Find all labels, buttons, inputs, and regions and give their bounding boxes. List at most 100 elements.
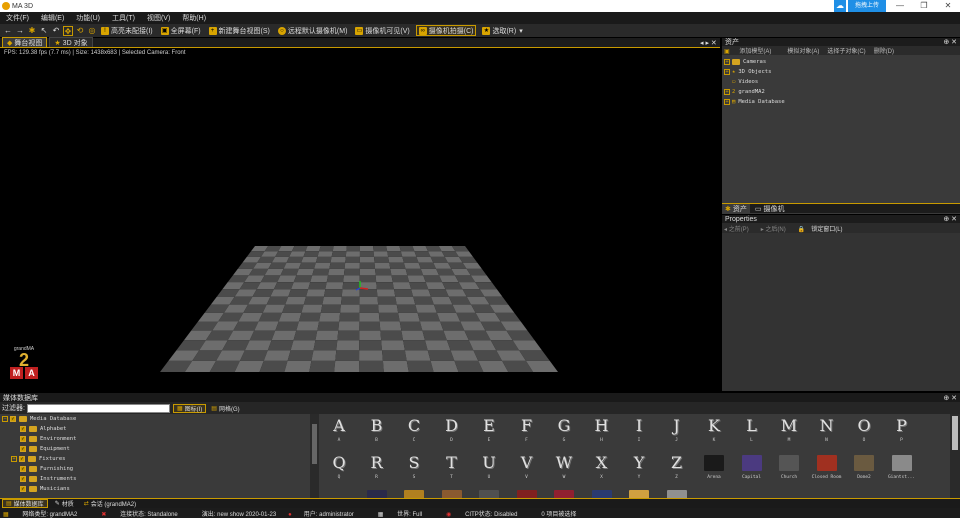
tab-cameras[interactable]: ▭ 摄像机 [752, 204, 788, 213]
forward-arrow-icon[interactable]: → [15, 26, 25, 36]
assets-pin-icon[interactable]: ⊕ ✕ [943, 38, 957, 46]
highlight-unpatched-button[interactable]: ! 高亮未配接(I) [99, 25, 155, 36]
remote-default-camera-button[interactable]: ○ 远程默认摄像机(M) [276, 25, 350, 36]
media-thumbnail[interactable] [546, 486, 582, 498]
media-thumbnail[interactable]: TT [434, 451, 470, 489]
tree-item-videos[interactable]: ▭ Videos [724, 77, 960, 87]
media-thumbnail[interactable]: PP [884, 414, 920, 452]
media-tree-item[interactable]: ✓ Instruments [0, 474, 310, 484]
close-button[interactable]: ✕ [936, 0, 960, 12]
media-thumbnail[interactable] [659, 486, 695, 498]
tab-session[interactable]: ⇄ 会话 (grandMA2) [81, 499, 139, 508]
media-thumbnail[interactable]: Closed Room [809, 451, 845, 489]
menu-help[interactable]: 帮助(H) [182, 13, 206, 23]
checkbox[interactable]: ✓ [20, 436, 26, 442]
checkbox[interactable]: ✓ [20, 426, 26, 432]
media-thumbnail[interactable]: Giantst... [884, 451, 920, 489]
media-thumbnail[interactable]: II [621, 414, 657, 452]
fullscreen-button[interactable]: ▣ 全屏幕(F) [159, 25, 203, 36]
grid-view-button[interactable]: ▤ 网格(G) [208, 404, 242, 413]
media-thumbnail[interactable]: KK [696, 414, 732, 452]
tab-assets[interactable]: ✱ 资产 [722, 204, 750, 213]
media-thumbnail[interactable]: QQ [321, 451, 357, 489]
media-thumbnail[interactable]: EE [471, 414, 507, 452]
media-thumbnail[interactable]: NN [809, 414, 845, 452]
collapse-icon[interactable]: − [2, 416, 8, 422]
media-thumbnail[interactable]: VV [509, 451, 545, 489]
media-thumbnail[interactable]: BB [359, 414, 395, 452]
media-thumbnail[interactable]: UU [471, 451, 507, 489]
camera-visible-button[interactable]: ▭ 摄像机可见(V) [353, 25, 411, 36]
new-stage-view-button[interactable]: + 新建舞台视图(S) [207, 25, 272, 36]
checkbox[interactable]: ✓ [20, 486, 26, 492]
fixture-tool-icon[interactable]: ✱ [27, 26, 37, 36]
select-child-button[interactable]: 选择子对象(C) [827, 46, 865, 55]
media-thumbnail[interactable]: Church [771, 451, 807, 489]
select-dropdown-icon[interactable]: ▾ [519, 27, 523, 35]
simulate-object-button[interactable]: 模拟对象(A) [787, 46, 819, 55]
menu-view[interactable]: 视图(V) [147, 13, 170, 23]
checkbox[interactable]: ✓ [20, 466, 26, 472]
media-thumbnail[interactable]: JJ [659, 414, 695, 452]
checkbox[interactable]: ✓ [20, 446, 26, 452]
next-button[interactable]: ▸ 之后(N) [761, 224, 792, 233]
select-button[interactable]: ★ 选取(R) ▾ [480, 25, 524, 36]
media-thumbnail[interactable]: OO [846, 414, 882, 452]
upload-button[interactable]: 拖拽上传 [848, 0, 886, 12]
menu-file[interactable]: 文件(F) [6, 13, 29, 23]
undo-icon[interactable]: ↶ [51, 26, 61, 36]
media-thumbnail[interactable] [584, 486, 620, 498]
media-thumbnail[interactable]: MM [771, 414, 807, 452]
media-thumbnail[interactable]: AA [321, 414, 357, 452]
media-thumbnail[interactable]: Dome2 [846, 451, 882, 489]
back-arrow-icon[interactable]: ← [3, 26, 13, 36]
media-thumbnail[interactable] [434, 486, 470, 498]
delete-button[interactable]: 删除(D) [874, 46, 894, 55]
expand-icon[interactable]: + [11, 456, 17, 462]
media-thumbnail[interactable]: WW [546, 451, 582, 489]
media-tree-item[interactable]: ✓ Alphabet [0, 424, 310, 434]
expand-icon[interactable]: + [724, 89, 730, 95]
rotate-tool-icon[interactable]: ⟲ [75, 26, 85, 36]
tree-item-3d-objects[interactable]: + ★ 3D Objects [724, 67, 960, 77]
viewport-pin-icon[interactable]: ◂ ▸ ✕ [700, 39, 717, 47]
media-thumbnail[interactable]: Arena [696, 451, 732, 489]
move-tool-icon[interactable]: ✥ [63, 25, 73, 36]
media-thumbnail[interactable]: LL [734, 414, 770, 452]
prev-button[interactable]: ◂ 之前(P) [724, 224, 755, 233]
tree-item-media-database[interactable]: + ▤ Media Database [724, 97, 960, 107]
expand-icon[interactable]: + [724, 59, 730, 65]
add-model-button[interactable]: ▣ 添加模型(A) [724, 46, 779, 55]
media-tree-item[interactable]: ✓ Equipment [0, 444, 310, 454]
cloud-icon[interactable]: ☁ [834, 0, 846, 12]
media-tree-item[interactable]: ✓ Furnishing [0, 464, 310, 474]
scroll-thumb[interactable] [952, 416, 958, 450]
tab-media-db[interactable]: ▤ 媒体数据库 [2, 499, 48, 508]
media-thumbnail[interactable]: YY [621, 451, 657, 489]
media-thumbnail[interactable]: DD [434, 414, 470, 452]
media-thumbnail[interactable]: FF [509, 414, 545, 452]
media-tree-item[interactable]: ✓ Musicians [0, 484, 310, 494]
media-thumbnail[interactable] [621, 486, 657, 498]
expand-icon[interactable]: + [724, 69, 730, 75]
camera-shoot-button[interactable]: ∞ 摄像机拍摄(C) [415, 25, 477, 36]
checkbox[interactable]: ✓ [19, 456, 25, 462]
menu-edit[interactable]: 编辑(E) [41, 13, 64, 23]
media-thumbnail[interactable]: ZZ [659, 451, 695, 489]
media-thumbnail[interactable]: RR [359, 451, 395, 489]
pointer-tool-icon[interactable]: ↖ [39, 26, 49, 36]
scroll-thumb[interactable] [312, 424, 317, 464]
media-thumbnail[interactable] [509, 486, 545, 498]
tree-item-cameras[interactable]: + Cameras [724, 57, 960, 67]
lock-window-button[interactable]: 🔒 锁定窗口(L) [798, 224, 849, 233]
media-thumbnail[interactable] [396, 486, 432, 498]
filter-input[interactable] [26, 403, 170, 413]
media-thumbnail[interactable]: Capital [734, 451, 770, 489]
media-thumbnail[interactable]: XX [584, 451, 620, 489]
expand-icon[interactable]: + [724, 99, 730, 105]
media-pin-icon[interactable]: ⊕ ✕ [943, 394, 957, 402]
media-tree-item[interactable]: + ✓ Fixtures [0, 454, 310, 464]
scale-tool-icon[interactable]: ◎ [87, 26, 97, 36]
checkbox[interactable]: ✓ [20, 476, 26, 482]
icon-view-button[interactable]: ▦ 图标(I) [172, 403, 207, 413]
